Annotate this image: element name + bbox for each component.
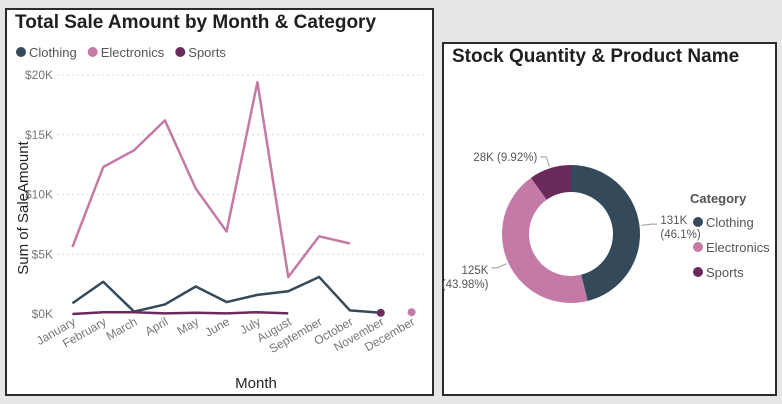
- x-tick-label: May: [175, 314, 202, 337]
- series-sports: [72, 308, 385, 317]
- line-chart: $0K$5K$10K$15K$20K JanuaryFebruaryMarch A…: [15, 45, 427, 392]
- legend-label: Clothing: [706, 215, 754, 230]
- series-line: [71, 275, 381, 315]
- x-axis-ticks: JanuaryFebruaryMarch April May June JulyAugu…: [34, 314, 417, 356]
- series-clothing: [71, 275, 381, 315]
- y-tick-label: $20K: [25, 68, 53, 82]
- y-tick-label: $5K: [32, 247, 53, 261]
- x-axis-title: Month: [235, 375, 277, 392]
- data-point: [376, 308, 385, 317]
- donut-chart: 131K (46.1%) 125K (43.98%) 28K (9.92%) Categ…: [442, 152, 770, 304]
- data-label-percent: (46.1%): [660, 229, 700, 241]
- legend-marker: [87, 47, 98, 57]
- legend-marker: [693, 242, 703, 252]
- x-tick-label: April: [143, 314, 171, 338]
- legend-marker: [693, 267, 703, 277]
- data-point: [407, 308, 416, 317]
- legend-label: Sports: [188, 45, 226, 60]
- data-label-value: 131K: [660, 215, 687, 227]
- data-label: 28K (9.92%): [473, 152, 537, 164]
- line-legend: Clothing Electronics Sports: [16, 45, 226, 60]
- x-tick-label: June: [203, 314, 233, 339]
- legend-label: Electronics: [706, 240, 770, 255]
- series-line: [71, 80, 351, 279]
- series-line: [72, 310, 289, 316]
- leader-line: [540, 156, 550, 167]
- donut-legend: Category Clothing Electronics Sports: [690, 191, 770, 280]
- y-tick-label: $0K: [32, 307, 53, 321]
- legend-title: Category: [690, 191, 747, 206]
- line-chart-panel: Total Sale Amount by Month & Category $0…: [5, 8, 434, 396]
- donut-slices: [501, 165, 641, 304]
- legend-label: Electronics: [101, 45, 165, 60]
- x-tick-label: March: [104, 314, 140, 343]
- legend-marker: [16, 47, 26, 57]
- series-lines: [71, 80, 416, 317]
- leader-line: [491, 263, 507, 269]
- series-electronics: [71, 80, 416, 317]
- data-label-percent: (43.98%): [442, 279, 489, 291]
- legend-label: Clothing: [29, 45, 77, 60]
- leader-line: [641, 223, 658, 226]
- legend-marker: [693, 217, 703, 227]
- legend-marker: [175, 47, 186, 57]
- donut-chart-panel: Stock Quantity & Product Name 131K (46.1%…: [442, 42, 777, 396]
- y-tick-label: $15K: [25, 128, 53, 142]
- legend-label: Sports: [706, 265, 744, 280]
- data-label-value: 125K: [462, 265, 489, 277]
- y-axis-title: Sum of SaleAmount: [15, 140, 32, 274]
- grid-lines: [57, 74, 427, 255]
